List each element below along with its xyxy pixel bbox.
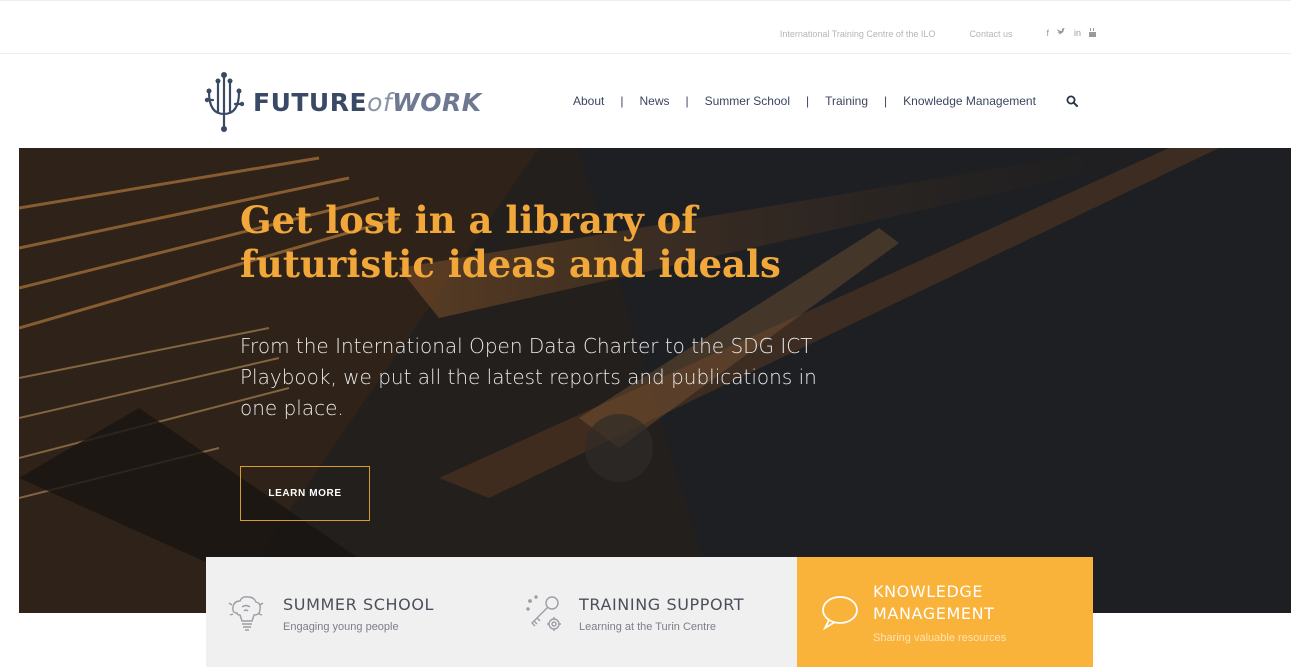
nav-separator: | bbox=[884, 94, 888, 108]
nav-separator: | bbox=[806, 94, 810, 108]
youtube-icon[interactable] bbox=[1089, 28, 1096, 39]
circuit-trident-icon bbox=[204, 72, 245, 132]
card-subtitle: Sharing valuable resources bbox=[873, 632, 1007, 644]
ilo-link[interactable]: International Training Centre of the ILO bbox=[780, 29, 936, 39]
nav-item-news[interactable]: News bbox=[639, 94, 669, 108]
logo-wordmark: FUTUREofWORK bbox=[253, 88, 482, 117]
site-logo[interactable]: FUTUREofWORK bbox=[203, 70, 482, 134]
card-title: KNOWLEDGE MANAGEMENT bbox=[873, 582, 995, 623]
linkedin-icon[interactable]: in bbox=[1074, 28, 1081, 39]
feature-cards: SUMMER SCHOOL Engaging young people TRAI… bbox=[206, 557, 1093, 667]
nav-item-training[interactable]: Training bbox=[825, 94, 868, 108]
brain-lightbulb-icon bbox=[228, 593, 264, 633]
card-title: TRAINING SUPPORT bbox=[579, 595, 745, 614]
speech-bubble-icon bbox=[819, 593, 858, 633]
card-subtitle: Learning at the Turin Centre bbox=[579, 621, 716, 633]
card-knowledge-management[interactable]: KNOWLEDGE MANAGEMENT Sharing valuable re… bbox=[797, 557, 1093, 667]
facebook-icon[interactable]: f bbox=[1046, 28, 1049, 39]
nav-item-summer-school[interactable]: Summer School bbox=[705, 94, 790, 108]
hero-title: Get lost in a library of futuristic idea… bbox=[240, 198, 781, 286]
logo-work: WORK bbox=[392, 87, 482, 117]
twitter-icon[interactable] bbox=[1056, 28, 1066, 39]
card-summer-school[interactable]: SUMMER SCHOOL Engaging young people bbox=[206, 557, 502, 667]
card-subtitle: Engaging young people bbox=[283, 621, 399, 633]
nav-separator: | bbox=[685, 94, 689, 108]
logo-of: of bbox=[367, 87, 393, 117]
top-utility-bar: International Training Centre of the ILO… bbox=[0, 0, 1291, 54]
search-icon[interactable] bbox=[1066, 95, 1078, 107]
hero-text: From the International Open Data Charter… bbox=[240, 334, 817, 420]
card-training-support[interactable]: TRAINING SUPPORT Learning at the Turin C… bbox=[502, 557, 797, 667]
key-gear-icon bbox=[524, 593, 561, 633]
contact-link[interactable]: Contact us bbox=[969, 29, 1012, 39]
hero-banner: Get lost in a library of futuristic idea… bbox=[19, 148, 1291, 613]
main-nav: About | News | Summer School | Training … bbox=[573, 94, 1078, 108]
logo-future: FUTURE bbox=[253, 87, 368, 117]
social-links: f in bbox=[1046, 28, 1096, 39]
nav-item-knowledge-management[interactable]: Knowledge Management bbox=[903, 94, 1036, 108]
learn-more-button[interactable]: LEARN MORE bbox=[240, 466, 370, 521]
nav-separator: | bbox=[620, 94, 624, 108]
nav-item-about[interactable]: About bbox=[573, 94, 604, 108]
top-links: International Training Centre of the ILO… bbox=[780, 28, 1096, 39]
card-title: SUMMER SCHOOL bbox=[283, 595, 435, 614]
